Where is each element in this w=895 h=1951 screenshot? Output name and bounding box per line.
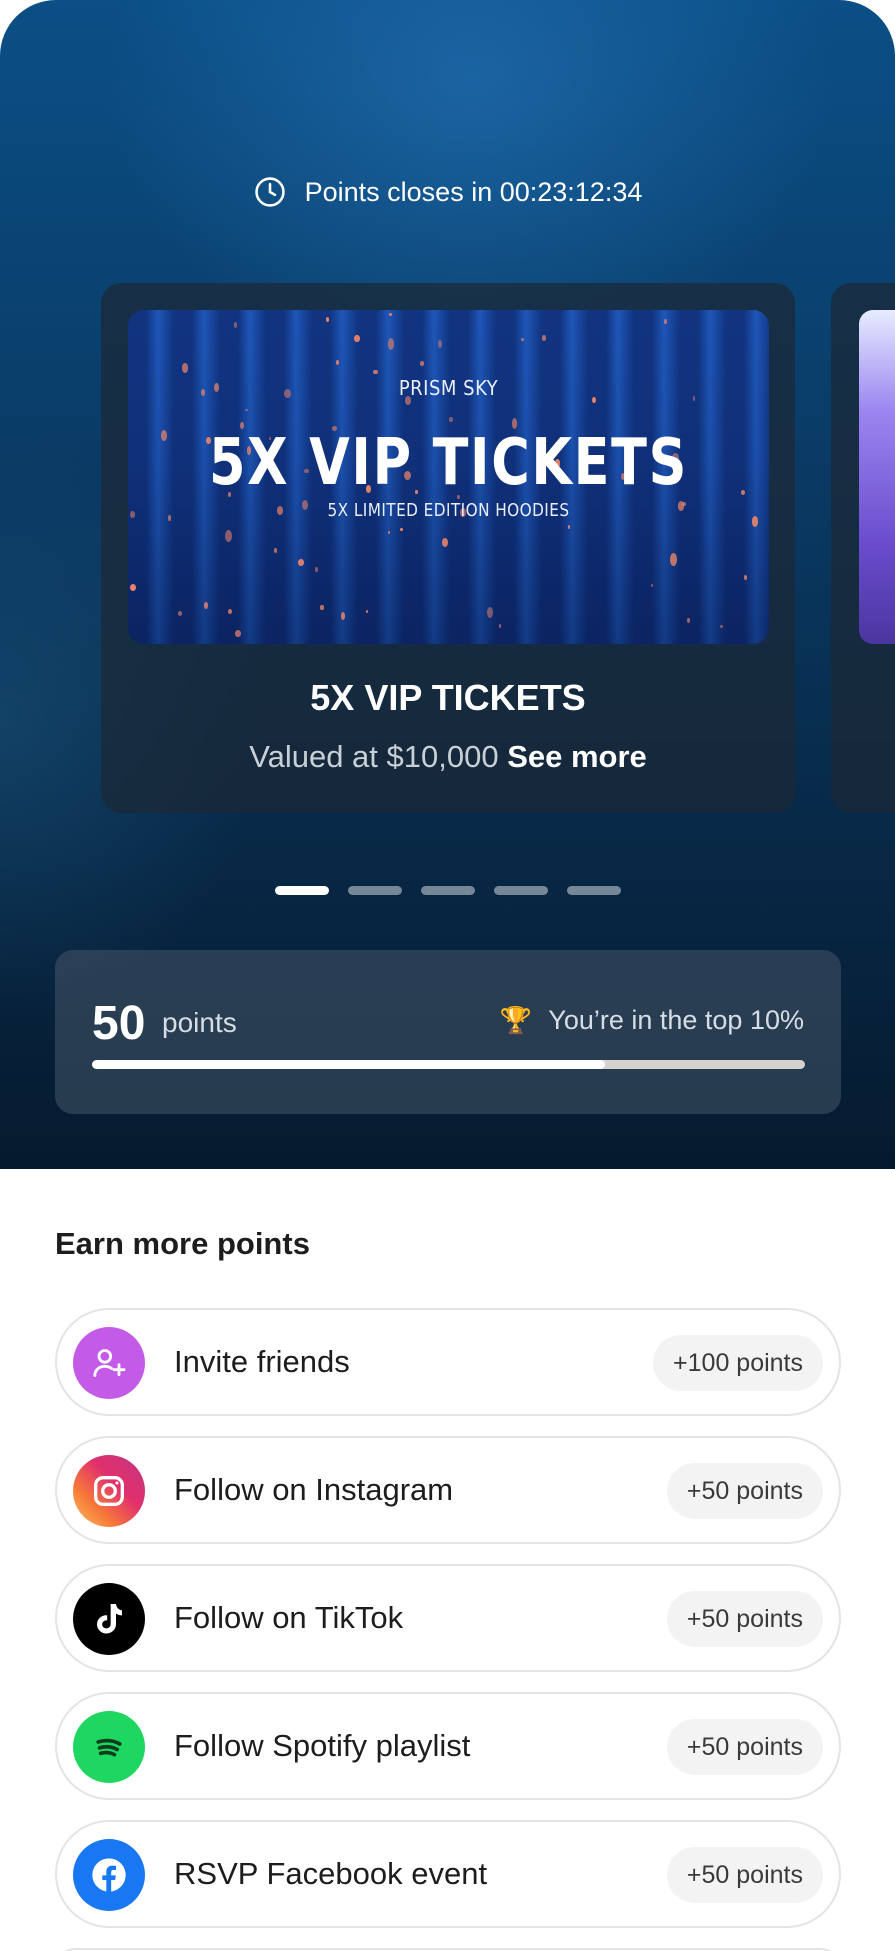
raindrop-speck bbox=[167, 514, 172, 521]
raindrop-speck bbox=[441, 538, 448, 548]
task-follow-spotify[interactable]: Follow Spotify playlist +50 points bbox=[55, 1692, 841, 1800]
hero-section: Points closes in 00:23:12:34 PRISM SKY 5… bbox=[0, 0, 895, 1169]
raindrop-speck bbox=[498, 623, 502, 629]
raindrop-speck bbox=[354, 335, 360, 342]
task-label: Follow on TikTok bbox=[174, 1600, 404, 1635]
earn-section-title: Earn more points bbox=[55, 1226, 310, 1261]
raindrop-speck bbox=[373, 369, 378, 375]
raindrop-speck bbox=[387, 337, 395, 351]
carousel-pagination bbox=[0, 886, 895, 895]
see-more-link[interactable]: See more bbox=[507, 739, 647, 774]
countdown-text: Points closes in 00:23:12:34 bbox=[304, 176, 643, 207]
points-badge: +100 points bbox=[653, 1335, 823, 1391]
rank-status: 🏆 You’re in the top 10% bbox=[500, 1005, 804, 1036]
raindrop-speck bbox=[387, 531, 391, 534]
raindrop-speck bbox=[389, 312, 392, 317]
prize-value-text: Valued at $10,000 bbox=[249, 739, 499, 774]
raindrop-speck bbox=[419, 360, 425, 366]
raindrop-speck bbox=[400, 527, 403, 532]
points-progress-fill bbox=[92, 1060, 606, 1069]
carousel-dot[interactable] bbox=[493, 886, 548, 895]
raindrop-speck bbox=[521, 338, 524, 341]
next-prize-image bbox=[859, 310, 895, 644]
raindrop-speck bbox=[336, 359, 340, 365]
points-badge: +50 points bbox=[666, 1591, 823, 1647]
raindrop-speck bbox=[487, 606, 494, 618]
raindrop-speck bbox=[234, 322, 238, 328]
raindrop-speck bbox=[449, 417, 453, 422]
raindrop-speck bbox=[664, 319, 667, 324]
raindrop-speck bbox=[740, 490, 745, 495]
instagram-icon bbox=[73, 1455, 145, 1527]
points-badge: +50 points bbox=[666, 1463, 823, 1519]
prize-image-brand: PRISM SKY bbox=[398, 376, 499, 400]
raindrop-speck bbox=[670, 552, 677, 567]
raindrop-speck bbox=[751, 516, 759, 527]
raindrop-speck bbox=[366, 609, 369, 613]
tiktok-icon bbox=[73, 1583, 145, 1655]
prize-value: Valued at $10,000 See more bbox=[101, 739, 795, 775]
task-label: Follow on Instagram bbox=[174, 1472, 454, 1507]
points-badge: +50 points bbox=[666, 1719, 823, 1775]
raindrop-speck bbox=[130, 511, 135, 518]
raindrop-speck bbox=[228, 609, 233, 615]
clock-icon bbox=[254, 177, 285, 207]
prize-image-title: 5X VIP TICKETS bbox=[208, 426, 689, 500]
raindrop-speck bbox=[567, 524, 571, 530]
raindrop-speck bbox=[340, 612, 346, 620]
points-summary: 50 points 🏆 You’re in the top 10% bbox=[55, 950, 841, 1114]
raindrop-speck bbox=[686, 618, 690, 624]
task-label: RSVP Facebook event bbox=[174, 1856, 488, 1891]
raindrop-speck bbox=[719, 625, 723, 629]
raindrop-speck bbox=[181, 363, 189, 374]
points-value: 50 bbox=[92, 997, 146, 1050]
raindrop-speck bbox=[178, 611, 182, 617]
carousel-dot[interactable] bbox=[274, 886, 329, 895]
raindrop-speck bbox=[225, 529, 233, 542]
raindrop-speck bbox=[160, 429, 167, 441]
task-invite-friends[interactable]: Invite friends +100 points bbox=[55, 1308, 841, 1416]
carousel-dot[interactable] bbox=[347, 886, 402, 895]
prize-image-subtitle: 5X LIMITED EDITION HOODIES bbox=[327, 500, 570, 521]
next-prize-card[interactable] bbox=[831, 283, 895, 813]
task-follow-tiktok[interactable]: Follow on TikTok +50 points bbox=[55, 1564, 841, 1672]
task-label: Follow Spotify playlist bbox=[174, 1728, 471, 1763]
carousel-dot[interactable] bbox=[420, 886, 475, 895]
countdown-timer: Points closes in 00:23:12:34 bbox=[0, 172, 895, 212]
rank-text: You’re in the top 10% bbox=[548, 1005, 804, 1035]
points-progress-bar bbox=[92, 1060, 805, 1069]
task-rsvp-facebook[interactable]: RSVP Facebook event +50 points bbox=[55, 1820, 841, 1928]
trophy-icon: 🏆 bbox=[499, 1005, 533, 1035]
raindrop-speck bbox=[743, 574, 748, 580]
prize-image: PRISM SKY 5X VIP TICKETS 5X LIMITED EDIT… bbox=[128, 310, 769, 644]
points-label: points bbox=[162, 1007, 237, 1038]
raindrop-speck bbox=[274, 548, 278, 553]
prize-title: 5X VIP TICKETS bbox=[310, 677, 586, 718]
raindrop-speck bbox=[437, 340, 443, 349]
raindrop-speck bbox=[320, 604, 324, 611]
raindrop-speck bbox=[245, 408, 248, 412]
raindrop-speck bbox=[542, 334, 546, 341]
points-badge: +50 points bbox=[666, 1847, 823, 1903]
raindrop-speck bbox=[298, 559, 305, 566]
task-follow-instagram[interactable]: Follow on Instagram +50 points bbox=[55, 1436, 841, 1544]
prize-card[interactable]: PRISM SKY 5X VIP TICKETS 5X LIMITED EDIT… bbox=[101, 283, 795, 813]
raindrop-speck bbox=[326, 317, 330, 322]
raindrop-speck bbox=[314, 566, 319, 572]
raindrop-speck bbox=[651, 584, 654, 588]
raindrop-speck bbox=[129, 583, 137, 591]
carousel-dot[interactable] bbox=[566, 886, 621, 895]
task-label: Invite friends bbox=[174, 1344, 350, 1379]
spotify-icon bbox=[73, 1711, 145, 1783]
raindrop-speck bbox=[235, 630, 241, 638]
raindrop-speck bbox=[203, 602, 209, 609]
facebook-icon bbox=[73, 1839, 145, 1911]
add-user-icon bbox=[73, 1327, 145, 1399]
